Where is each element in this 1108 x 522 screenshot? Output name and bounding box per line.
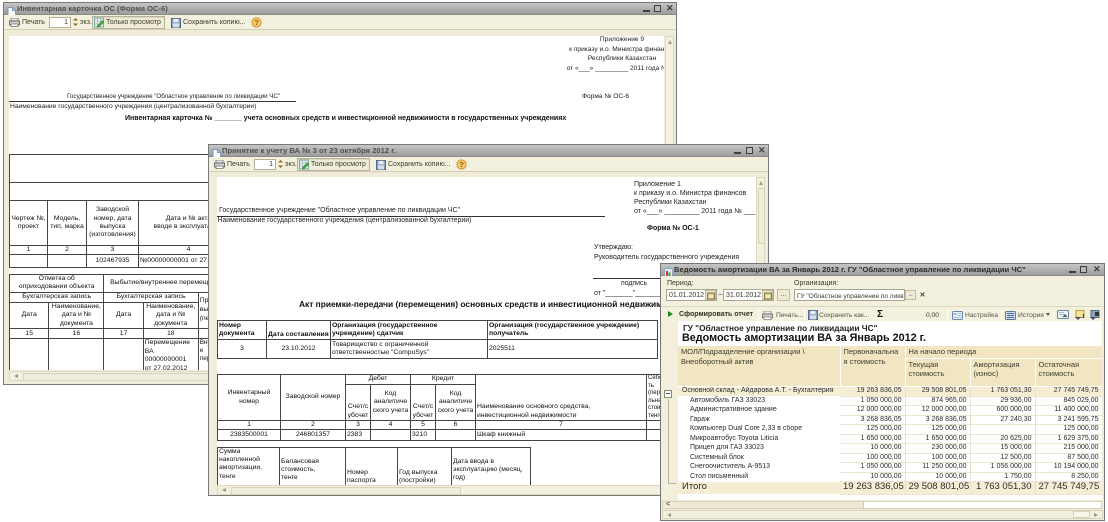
- svg-text:?: ?: [254, 18, 259, 27]
- svg-text:?: ?: [459, 160, 464, 169]
